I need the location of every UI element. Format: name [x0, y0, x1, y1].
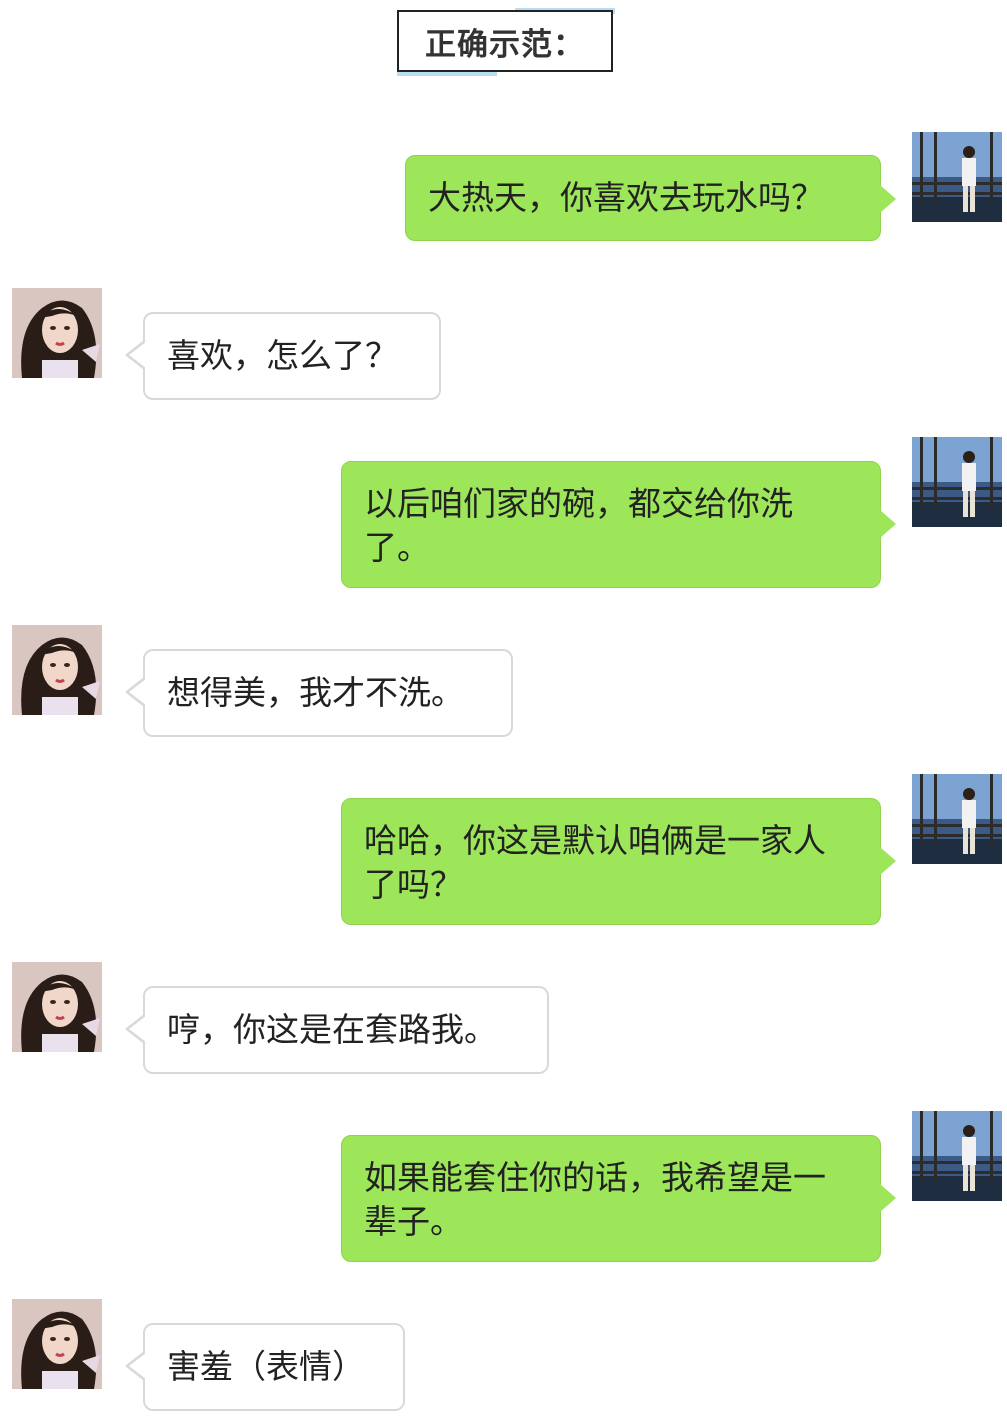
female-avatar-image — [12, 1299, 102, 1389]
message-bubble-sent[interactable]: 哈哈，你这是默认咱俩是一家人了吗？ — [341, 798, 896, 925]
male-avatar[interactable] — [912, 437, 1002, 527]
bubble-tail — [880, 510, 896, 538]
message-bubble-received[interactable]: 喜欢，怎么了？ — [125, 312, 441, 400]
female-avatar[interactable] — [12, 962, 102, 1052]
message-text: 以后咱们家的碗，都交给你洗了。 — [364, 484, 793, 567]
message-text: 想得美，我才不洗。 — [167, 673, 464, 712]
bubble-tail — [880, 185, 896, 213]
page-title: 正确示范： — [425, 26, 585, 63]
bubble-tail — [129, 342, 146, 368]
bubble-tail — [129, 679, 146, 705]
message-bubble-received[interactable]: 想得美，我才不洗。 — [125, 649, 513, 737]
female-avatar-image — [12, 288, 102, 378]
title-box: 正确示范： — [397, 10, 613, 72]
message-bubble-received[interactable]: 哼，你这是在套路我。 — [125, 986, 549, 1074]
title-badge: 正确示范： — [397, 8, 617, 76]
message-text: 害羞（表情） — [167, 1347, 365, 1386]
female-avatar[interactable] — [12, 288, 102, 378]
message-text: 大热天，你喜欢去玩水吗？ — [428, 178, 824, 217]
female-avatar[interactable] — [12, 625, 102, 715]
bubble-tail — [129, 1353, 146, 1379]
male-avatar[interactable] — [912, 1111, 1002, 1201]
message-bubble-sent[interactable]: 如果能套住你的话，我希望是一辈子。 — [341, 1135, 896, 1262]
male-avatar-image — [912, 774, 1002, 864]
message-bubble-sent[interactable]: 大热天，你喜欢去玩水吗？ — [405, 155, 896, 241]
male-avatar-image — [912, 1111, 1002, 1201]
female-avatar[interactable] — [12, 1299, 102, 1389]
male-avatar-image — [912, 132, 1002, 222]
male-avatar-image — [912, 437, 1002, 527]
female-avatar-image — [12, 625, 102, 715]
bubble-tail — [129, 1016, 146, 1042]
message-text: 如果能套住你的话，我希望是一辈子。 — [364, 1158, 826, 1241]
message-text: 喜欢，怎么了？ — [167, 336, 398, 375]
bubble-tail — [880, 1184, 896, 1212]
message-text: 哼，你这是在套路我。 — [167, 1010, 497, 1049]
male-avatar[interactable] — [912, 774, 1002, 864]
message-bubble-received[interactable]: 害羞（表情） — [125, 1323, 405, 1411]
message-bubble-sent[interactable]: 以后咱们家的碗，都交给你洗了。 — [341, 461, 896, 588]
female-avatar-image — [12, 962, 102, 1052]
male-avatar[interactable] — [912, 132, 1002, 222]
message-text: 哈哈，你这是默认咱俩是一家人了吗？ — [364, 821, 826, 904]
bubble-tail — [880, 847, 896, 875]
